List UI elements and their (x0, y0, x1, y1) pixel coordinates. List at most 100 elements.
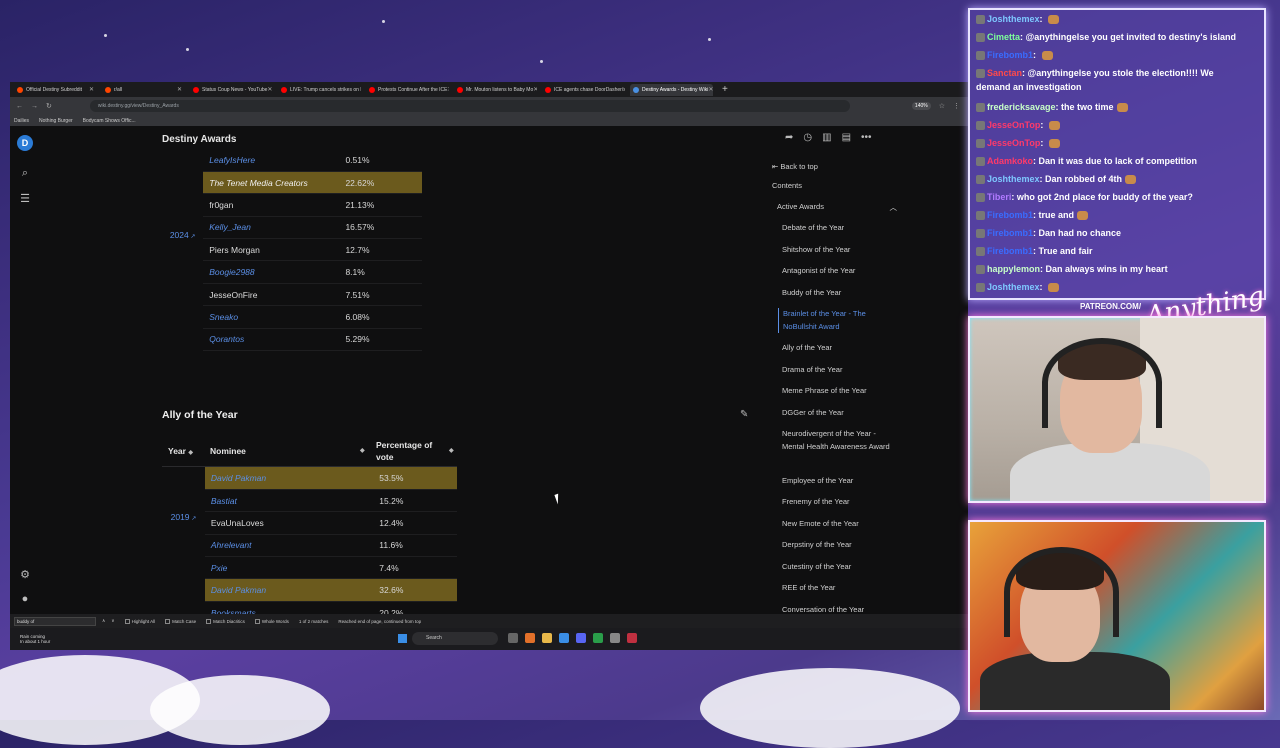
sort-icon[interactable]: ◆ (360, 447, 365, 454)
close-icon[interactable]: ✕ (267, 86, 272, 93)
folder-icon[interactable] (542, 633, 552, 643)
discord-icon[interactable] (576, 633, 586, 643)
find-prev-icon[interactable]: ∧ (102, 618, 105, 624)
toc-item[interactable]: Meme Phrase of the Year (782, 385, 892, 398)
toc-item[interactable]: New Emote of the Year (782, 518, 892, 531)
wiki-logo-icon[interactable]: D (17, 135, 33, 151)
header-year[interactable]: Year ◆ (168, 446, 193, 456)
browser-tab[interactable]: Protests Continue After the ICE✕ (366, 84, 449, 96)
toc-item[interactable]: Antagonist of the Year (782, 265, 892, 278)
close-icon[interactable]: ✕ (89, 86, 94, 93)
obs-icon[interactable] (627, 633, 637, 643)
nominee-link[interactable]: Boogie2988 (209, 267, 254, 277)
chevron-up-icon[interactable]: ︿ (890, 202, 898, 213)
reload-icon[interactable]: ↻ (46, 102, 52, 110)
nominee-link[interactable]: David Pakman (211, 473, 266, 483)
gear-icon[interactable]: ⚙ (18, 568, 32, 582)
menu-icon[interactable]: ☰ (18, 192, 32, 206)
nominee-link[interactable]: Pxie (211, 563, 228, 573)
taskbar-search[interactable]: Search (412, 632, 498, 645)
sort-icon[interactable]: ◆ (188, 450, 193, 456)
browser-tab[interactable]: Mr. Mouton listens to Baby Mo ✕ (454, 84, 537, 96)
nominee-link[interactable]: David Pakman (211, 585, 266, 595)
app-icon[interactable] (610, 633, 620, 643)
toc-item[interactable]: Derpstiny of the Year (782, 539, 892, 552)
toc-item[interactable]: Brainlet of the Year - The NoBullshit Aw… (778, 308, 888, 333)
close-icon[interactable]: ✕ (447, 86, 449, 93)
toc-item[interactable]: DGGer of the Year (782, 407, 892, 420)
search-icon[interactable]: ⌕ (18, 166, 32, 180)
weather-widget[interactable]: Rain coming In about 1 hour (20, 634, 80, 644)
toc-item[interactable]: Buddy of the Year (782, 287, 892, 300)
task-view-icon[interactable] (508, 633, 518, 643)
back-icon[interactable]: ← (16, 103, 23, 110)
browser-tab[interactable]: r/all ✕ (102, 84, 185, 96)
checkbox-icon[interactable] (165, 618, 171, 624)
year-link[interactable]: 2024 (170, 230, 189, 240)
browser-tab[interactable]: ICE agents chase DoorDasher/s✕ (542, 84, 625, 96)
browser-tab[interactable]: LIVE: Trump cancels strikes on I✕ (278, 84, 361, 96)
toc-item[interactable]: Employee of the Year (782, 475, 892, 488)
close-icon[interactable]: ✕ (177, 86, 182, 93)
back-to-top-link[interactable]: ⇤ Back to top (772, 162, 818, 171)
find-option[interactable]: Highlight All (124, 618, 155, 624)
forward-icon[interactable]: → (31, 103, 38, 110)
nominee-link[interactable]: LeafyIsHere (209, 155, 255, 165)
nominee-link[interactable]: Sneako (209, 312, 238, 322)
bookmark-item[interactable]: Bodycam Shows Offic... (83, 118, 136, 124)
find-option[interactable]: Match Diacritics (206, 618, 245, 624)
checkbox-icon[interactable] (254, 618, 260, 624)
toc-item[interactable]: Frenemy of the Year (782, 496, 892, 509)
chrome-icon[interactable] (593, 633, 603, 643)
external-link-icon[interactable]: ↗ (190, 516, 196, 522)
sort-icon[interactable]: ◆ (449, 447, 454, 454)
nominee-cell: Boogie2988 (203, 260, 340, 284)
browser-tab[interactable]: Status Coup News - YouTube ✕ (190, 84, 273, 96)
edit-icon[interactable]: ✎ (740, 409, 748, 420)
share-icon[interactable]: ➦ (785, 132, 793, 143)
toc-section-active-awards[interactable]: Active Awards ︿ (777, 202, 898, 213)
find-option[interactable]: Match Case (165, 618, 196, 624)
bookmark-item[interactable]: Dailies (14, 118, 29, 124)
toc-item[interactable]: REE of the Year (782, 582, 892, 595)
find-option[interactable]: Whole Words (254, 618, 289, 624)
toc-item[interactable]: Neurodivergent of the Year - Mental Heal… (782, 428, 892, 453)
close-icon[interactable]: ✕ (708, 86, 713, 93)
user-icon[interactable]: ● (18, 592, 32, 606)
close-icon[interactable]: ✕ (533, 86, 537, 93)
browser-tab[interactable]: Official Destiny Subreddit ✕ (14, 84, 97, 96)
bookmark-item[interactable]: Nothing Burger (39, 118, 73, 124)
header-nominee[interactable]: Nominee (210, 446, 246, 456)
find-bar: ∧ ∨ Highlight AllMatch CaseMatch Diacrit… (10, 614, 968, 628)
percentage-cell: 6.08% (339, 305, 422, 329)
app-icon[interactable] (559, 633, 569, 643)
toc-item[interactable]: Cutestiny of the Year (782, 561, 892, 574)
checkbox-icon[interactable] (206, 618, 212, 624)
star-icon[interactable]: ☆ (939, 102, 945, 110)
zoom-indicator[interactable]: 140% (911, 102, 931, 110)
columns-icon[interactable]: ▥ (822, 132, 831, 143)
toc-item[interactable]: Drama of the Year (782, 364, 892, 377)
browser-tab[interactable]: Destiny Awards - Destiny Wiki ✕ (630, 83, 713, 96)
nominee-link[interactable]: Bastiat (211, 496, 237, 506)
toc-item[interactable]: Ally of the Year (782, 342, 892, 355)
nominee-link[interactable]: Qorantos (209, 334, 244, 344)
checkbox-icon[interactable] (124, 618, 130, 624)
more-icon[interactable]: ••• (861, 132, 872, 143)
new-tab-icon[interactable]: + (722, 84, 728, 95)
toc-item[interactable]: Debate of the Year (782, 222, 892, 235)
external-link-icon[interactable]: ↗ (189, 234, 195, 240)
url-input[interactable]: wiki.destiny.gg/view/Destiny_Awards (89, 100, 850, 112)
nominee-link[interactable]: Ahrelevant (211, 540, 252, 550)
year-link[interactable]: 2019 (171, 512, 190, 522)
find-input[interactable] (14, 616, 96, 626)
talk-icon[interactable]: ▤ (842, 132, 851, 143)
history-icon[interactable]: ◷ (803, 132, 812, 143)
firefox-icon[interactable] (525, 633, 535, 643)
toc-item[interactable]: Shitshow of the Year (782, 244, 892, 257)
extensions-icon[interactable]: ⋮ (953, 102, 960, 110)
header-pct[interactable]: Percentage of vote (376, 439, 436, 463)
windows-start-icon[interactable] (398, 634, 407, 643)
chat-message: fredericksavage: the two time (976, 102, 1128, 113)
nominee-link[interactable]: Kelly_Jean (209, 222, 251, 232)
